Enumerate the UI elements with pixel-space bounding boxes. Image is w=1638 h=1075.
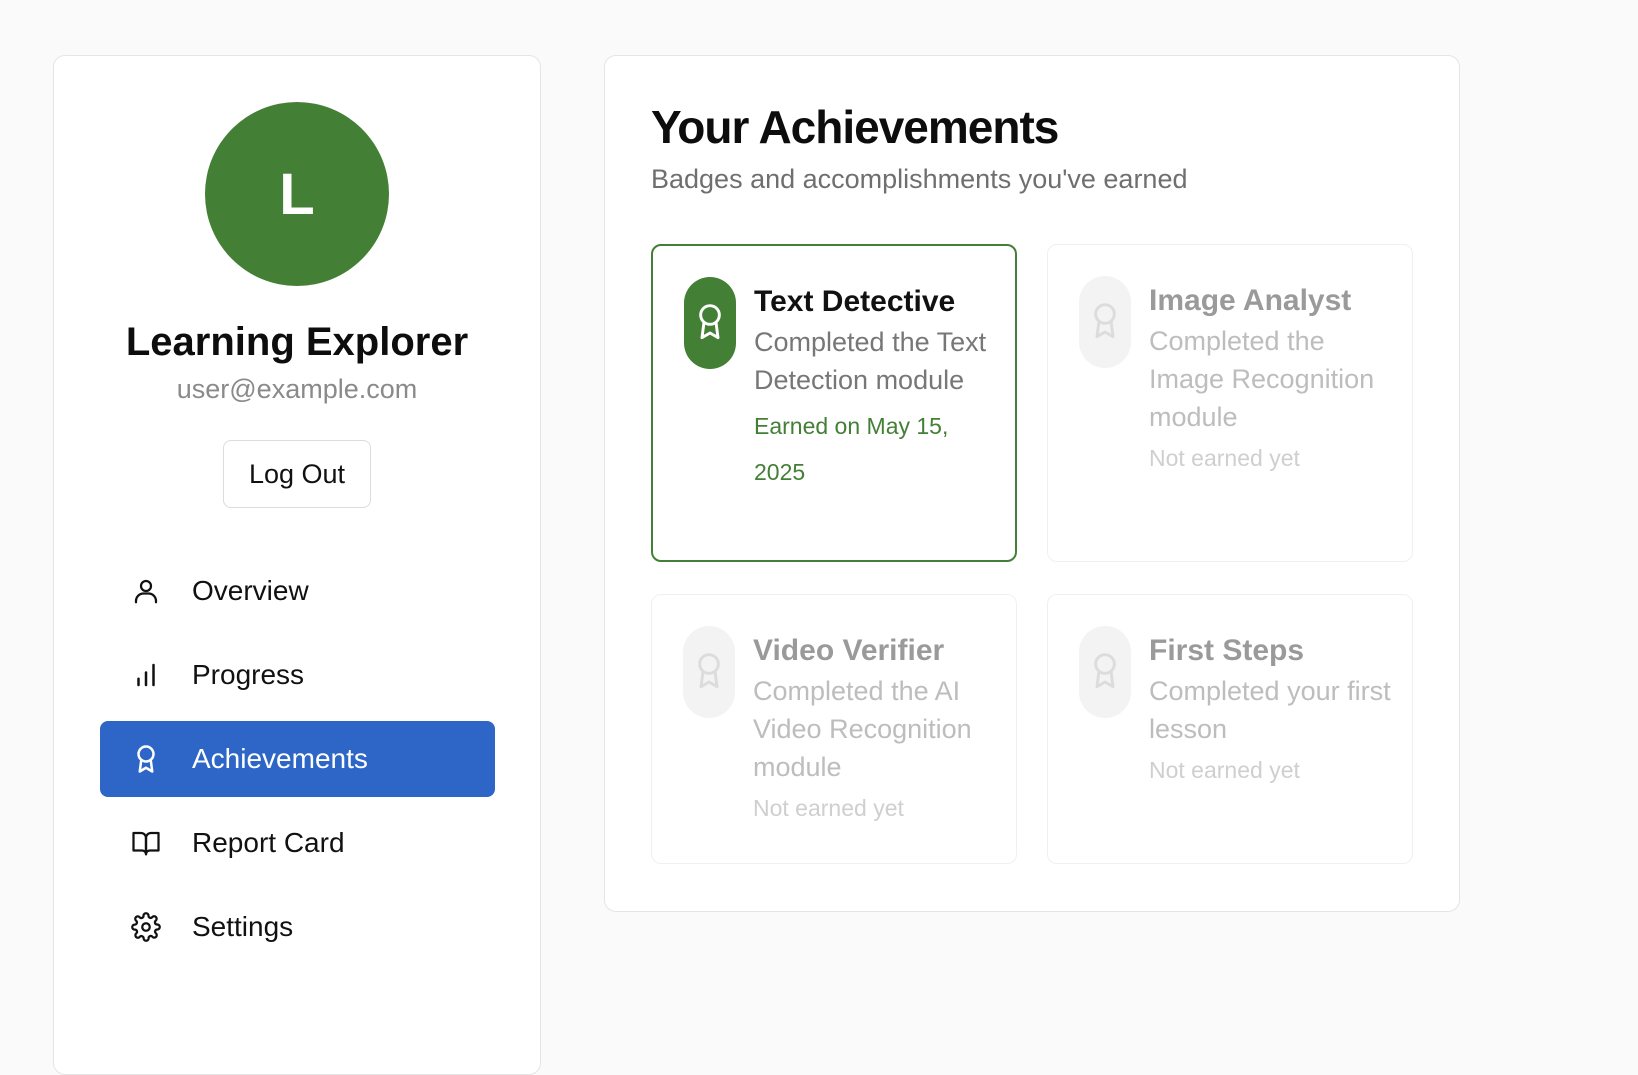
badge-card-text-detective: Text Detective Completed the Text Detect… xyxy=(651,244,1017,562)
badge-card-video-verifier: Video Verifier Completed the AI Video Re… xyxy=(651,594,1017,864)
badge-description: Completed your first lesson xyxy=(1149,676,1391,744)
award-icon xyxy=(683,626,735,718)
bar-chart-icon xyxy=(131,660,161,690)
badge-status: Not earned yet xyxy=(753,795,904,821)
badge-description: Completed the AI Video Recognition modul… xyxy=(753,676,972,782)
badge-description: Completed the Image Recognition module xyxy=(1149,326,1375,432)
award-icon xyxy=(1079,626,1131,718)
book-open-icon xyxy=(131,828,161,858)
page-subtitle: Badges and accomplishments you've earned xyxy=(651,164,1188,194)
user-email: user@example.com xyxy=(176,374,418,404)
sidebar-item-label: Settings xyxy=(192,911,294,942)
sidebar-item-label: Overview xyxy=(192,575,309,606)
avatar: L xyxy=(205,102,389,286)
sidebar-item-label: Report Card xyxy=(192,827,345,858)
achievements-panel: Your Achievements Badges and accomplishm… xyxy=(604,55,1460,912)
gear-icon xyxy=(131,912,161,942)
badge-title: Video Verifier xyxy=(753,634,945,667)
sidebar-item-label: Achievements xyxy=(192,743,368,774)
logout-button[interactable]: Log Out xyxy=(223,440,371,508)
award-icon xyxy=(1079,276,1131,368)
badge-title: Text Detective xyxy=(754,285,956,318)
page-title: Your Achievements xyxy=(651,101,1059,153)
sidebar-item-label: Progress xyxy=(192,659,305,690)
badge-status: Earned on May 15, 2025 xyxy=(754,413,949,485)
badge-title: Image Analyst xyxy=(1149,284,1352,317)
sidebar-item-achievements[interactable]: Achievements xyxy=(100,721,495,797)
sidebar-item-progress[interactable]: Progress xyxy=(100,637,495,713)
badge-status: Not earned yet xyxy=(1149,445,1300,471)
badge-card-first-steps: First Steps Completed your first lesson … xyxy=(1047,594,1413,864)
badge-title: First Steps xyxy=(1149,634,1305,667)
sidebar-item-overview[interactable]: Overview xyxy=(100,553,495,629)
user-icon xyxy=(131,576,161,606)
profile-sidebar: L Learning Explorer user@example.com Log… xyxy=(53,55,541,1075)
badge-card-image-analyst: Image Analyst Completed the Image Recogn… xyxy=(1047,244,1413,562)
award-icon xyxy=(131,744,161,774)
badge-status: Not earned yet xyxy=(1149,757,1300,783)
award-icon xyxy=(684,277,736,369)
sidebar-item-report-card[interactable]: Report Card xyxy=(100,805,495,881)
badge-grid: Text Detective Completed the Text Detect… xyxy=(651,244,1413,864)
user-name: Learning Explorer xyxy=(125,320,469,364)
badge-description: Completed the Text Detection module xyxy=(754,327,987,395)
sidebar-nav: Overview Progress Achievements Report Ca… xyxy=(100,553,495,973)
sidebar-item-settings[interactable]: Settings xyxy=(100,889,495,965)
